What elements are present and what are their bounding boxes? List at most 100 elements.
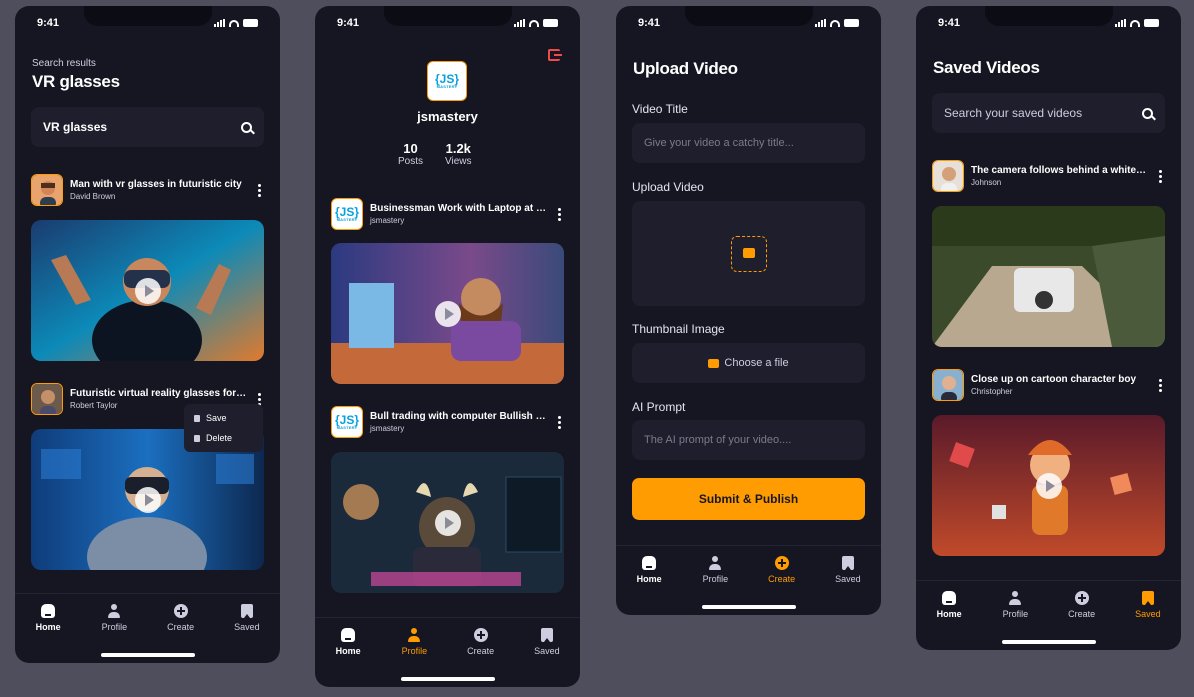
home-indicator[interactable] <box>1001 640 1096 644</box>
stat-label: Views <box>445 156 472 167</box>
bookmark-icon <box>540 628 553 642</box>
video-author[interactable]: David Brown <box>70 192 247 201</box>
ai-prompt-input[interactable]: The AI prompt of your video.... <box>632 420 865 460</box>
video-thumbnail[interactable] <box>331 452 564 593</box>
play-icon[interactable] <box>434 300 461 327</box>
avatar[interactable] <box>932 369 964 401</box>
tab-label: Profile <box>1002 609 1029 619</box>
tab-label: Profile <box>101 622 128 632</box>
video-title[interactable]: The camera follows behind a white vintag… <box>971 165 1148 176</box>
play-icon[interactable] <box>434 509 461 536</box>
profile-avatar[interactable]: {JS} MASTERY <box>427 61 467 101</box>
tab-label: Profile <box>401 646 428 656</box>
home-icon <box>942 591 957 605</box>
plus-circle-icon <box>473 628 488 642</box>
tab-saved[interactable]: Saved <box>823 556 873 615</box>
tab-label: Saved <box>1135 609 1161 619</box>
bookmark-icon <box>240 604 253 618</box>
video-thumbnail[interactable] <box>31 220 264 361</box>
search-icon[interactable] <box>1142 107 1153 119</box>
stat-label: Posts <box>398 156 424 167</box>
logout-icon[interactable] <box>548 49 562 61</box>
submit-publish-button[interactable]: Submit & Publish <box>632 478 865 520</box>
home-icon <box>41 604 56 618</box>
wifi-icon <box>229 19 239 27</box>
status-bar: 9:41 <box>616 6 881 40</box>
search-input[interactable]: Search your saved videos <box>932 93 1165 133</box>
home-indicator[interactable] <box>100 653 195 657</box>
video-info: Close up on cartoon character boy Christ… <box>971 374 1148 396</box>
avatar[interactable]: {JS} MASTERY <box>331 198 363 230</box>
video-title[interactable]: Bull trading with computer Bullish marke… <box>370 411 547 422</box>
more-options-icon[interactable] <box>554 207 564 221</box>
more-options-icon[interactable] <box>554 415 564 429</box>
search-icon[interactable] <box>241 121 252 133</box>
avatar[interactable]: {JS} MASTERY <box>331 406 363 438</box>
profile-username: jsmastery <box>417 109 478 124</box>
video-author[interactable]: jsmastery <box>370 424 547 433</box>
avatar[interactable] <box>31 174 63 206</box>
page-title: Upload Video <box>633 59 738 78</box>
more-options-icon[interactable] <box>1155 378 1165 392</box>
search-input[interactable]: VR glasses <box>31 107 264 147</box>
video-card-header: Man with vr glasses in futuristic city D… <box>31 174 264 206</box>
stat-posts: 10 Posts <box>398 141 423 167</box>
profile-icon <box>1008 591 1022 605</box>
video-author[interactable]: Christopher <box>971 387 1148 396</box>
more-options-icon[interactable] <box>254 183 264 197</box>
video-title[interactable]: Businessman Work with Laptop at Night <box>370 203 547 214</box>
signal-icon <box>514 19 525 27</box>
home-indicator[interactable] <box>701 605 796 609</box>
avatar[interactable] <box>932 160 964 192</box>
bookmark-icon <box>194 414 200 422</box>
signal-icon <box>815 19 826 27</box>
tab-home[interactable]: Home <box>624 556 674 615</box>
tab-label: Create <box>768 574 796 584</box>
menu-item-save[interactable]: Save <box>194 408 253 428</box>
tab-label: Saved <box>534 646 560 656</box>
page-title: Saved Videos <box>933 58 1040 77</box>
video-author[interactable]: Johnson <box>971 178 1148 187</box>
video-title[interactable]: Futuristic virtual reality glasses for g… <box>70 388 247 399</box>
status-bar: 9:41 <box>15 6 280 40</box>
thumbnail-upload[interactable]: Choose a file <box>632 343 865 383</box>
video-title-input[interactable]: Give your video a catchy title... <box>632 123 865 163</box>
tab-saved[interactable]: Saved <box>1123 591 1173 650</box>
video-thumbnail[interactable] <box>331 243 564 384</box>
battery-icon <box>1144 19 1159 27</box>
video-title-placeholder: Give your video a catchy title... <box>644 137 794 149</box>
tab-home[interactable]: Home <box>924 591 974 650</box>
profile-stats: 10 Posts 1.2k Views <box>398 141 472 167</box>
video-thumbnail[interactable] <box>932 415 1165 556</box>
tab-saved[interactable]: Saved <box>522 628 572 687</box>
menu-item-label: Save <box>206 413 227 423</box>
battery-icon <box>243 19 258 27</box>
avatar[interactable] <box>31 383 63 415</box>
video-title[interactable]: Close up on cartoon character boy <box>971 374 1148 385</box>
video-card-header: {JS} MASTERY Businessman Work with Laptop… <box>331 198 564 230</box>
thumbnail-label: Thumbnail Image <box>632 322 725 336</box>
menu-item-label: Delete <box>206 433 233 443</box>
video-title[interactable]: Man with vr glasses in futuristic city <box>70 179 247 190</box>
bookmark-icon <box>841 556 854 570</box>
video-upload-area[interactable] <box>632 201 865 306</box>
tab-home[interactable]: Home <box>23 604 73 663</box>
battery-icon <box>844 19 859 27</box>
menu-item-delete[interactable]: Delete <box>194 428 253 448</box>
video-author[interactable]: jsmastery <box>370 216 547 225</box>
home-icon <box>642 556 657 570</box>
tab-saved[interactable]: Saved <box>222 604 272 663</box>
play-icon[interactable] <box>134 277 161 304</box>
profile-icon <box>107 604 121 618</box>
tab-label: Home <box>35 622 61 632</box>
more-options-icon[interactable] <box>1155 169 1165 183</box>
tab-home[interactable]: Home <box>323 628 373 687</box>
tab-label: Home <box>936 609 962 619</box>
search-screen: 9:41 Search results VR glasses VR glasse… <box>15 6 280 663</box>
home-indicator[interactable] <box>400 677 495 681</box>
signal-icon <box>1115 19 1126 27</box>
status-time: 9:41 <box>638 17 661 29</box>
video-thumbnail[interactable] <box>932 206 1165 347</box>
play-icon[interactable] <box>134 486 161 513</box>
play-icon[interactable] <box>1035 472 1062 499</box>
